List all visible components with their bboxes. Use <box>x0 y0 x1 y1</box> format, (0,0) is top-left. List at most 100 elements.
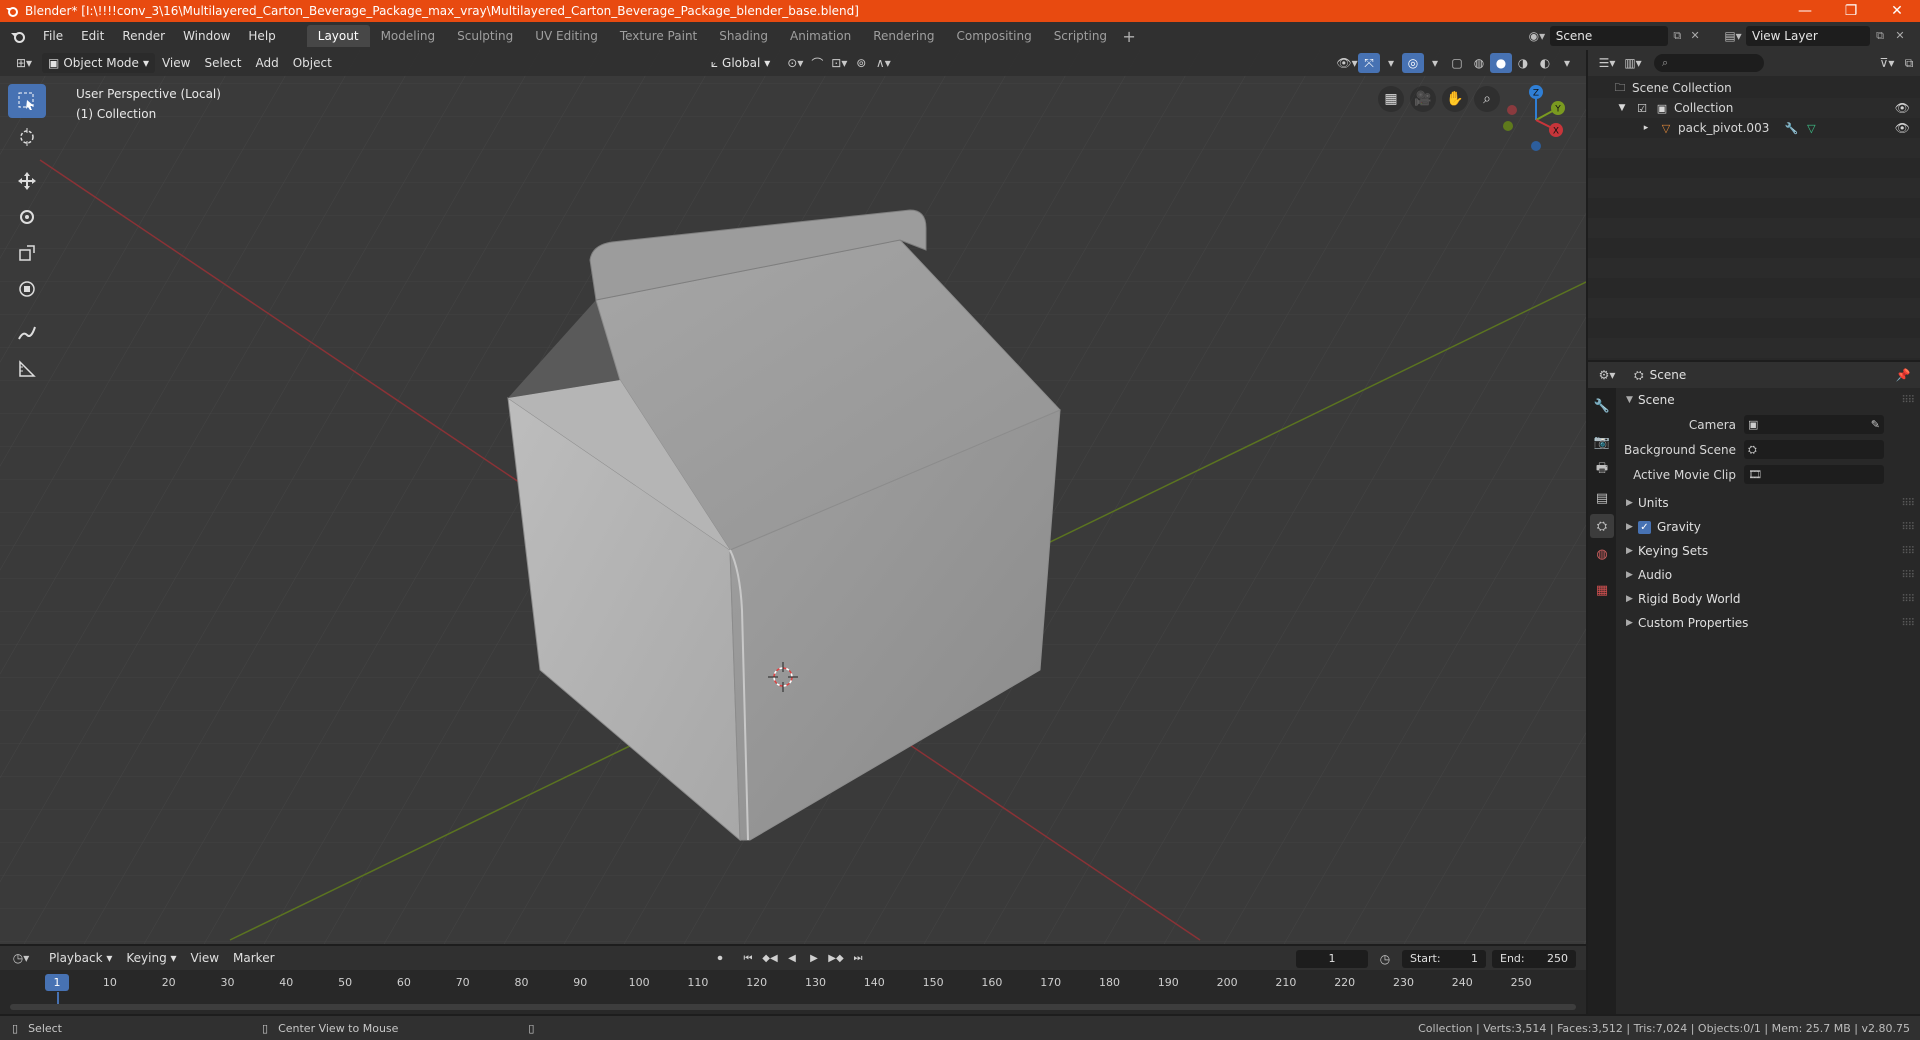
add-workspace-button[interactable]: + <box>1118 27 1140 46</box>
solid-shading-icon[interactable]: ● <box>1490 53 1512 73</box>
eyedropper-icon[interactable]: ✎ <box>1871 418 1880 431</box>
material-shading-icon[interactable]: ◑ <box>1512 53 1534 73</box>
drag-grip-icon[interactable]: ⠿⠿ <box>1901 498 1915 509</box>
tab-animation[interactable]: Animation <box>779 25 862 47</box>
properties-editor-type-icon[interactable]: ⚙▾ <box>1596 365 1618 385</box>
annotate-tool-icon[interactable] <box>8 316 46 350</box>
drag-grip-icon[interactable]: ⠿⠿ <box>1901 570 1915 581</box>
measure-tool-icon[interactable] <box>8 352 46 386</box>
shading-options-icon[interactable]: ▾ <box>1556 53 1578 73</box>
drag-grip-icon[interactable]: ⠿⠿ <box>1901 594 1915 605</box>
expand-arrow-icon[interactable]: ▼ <box>1614 100 1630 116</box>
new-collection-icon[interactable]: ⧉ <box>1898 53 1920 73</box>
timeline-ruler[interactable]: 1 10 20 30 40 50 60 70 80 90 100 110 120 130 140 150 16… <box>0 972 1586 994</box>
mesh-data-icon[interactable]: ▽ <box>1803 120 1819 136</box>
editor-type-icon[interactable]: ⊞▾ <box>6 52 42 74</box>
delete-scene-icon[interactable]: ✕ <box>1686 26 1704 46</box>
start-frame-field[interactable]: Start: 1 <box>1402 950 1486 968</box>
rendered-shading-icon[interactable]: ◐ <box>1534 53 1556 73</box>
viewport-menu-view[interactable]: View <box>155 52 197 74</box>
menu-edit[interactable]: Edit <box>72 22 113 50</box>
record-button[interactable]: ⏺ <box>710 949 730 967</box>
end-frame-field[interactable]: End: 250 <box>1492 950 1576 968</box>
overlays-toggle-icon[interactable]: ◎ <box>1402 53 1424 73</box>
camera-field[interactable]: ▣ ✎ <box>1744 415 1884 434</box>
zoom-icon[interactable]: ⌕ <box>1474 86 1500 112</box>
scene-tab-icon[interactable]: ⛭ <box>1590 514 1614 538</box>
world-tab-icon[interactable]: ◍ <box>1590 542 1614 566</box>
scene-name-field[interactable]: Scene <box>1549 26 1669 46</box>
tab-layout[interactable]: Layout <box>306 25 370 47</box>
tab-scripting[interactable]: Scripting <box>1043 25 1118 47</box>
falloff-icon[interactable]: ∧▾ <box>872 53 894 73</box>
gizmo-toggle-icon[interactable]: ⤧ <box>1358 53 1380 73</box>
transform-tool-icon[interactable] <box>8 272 46 306</box>
modifier-wrench-icon[interactable]: 🔧 <box>1783 120 1799 136</box>
view-layer-browse-icon[interactable]: ▤▾ <box>1720 25 1746 47</box>
move-tool-icon[interactable] <box>8 164 46 198</box>
cursor-tool-icon[interactable] <box>8 120 46 154</box>
menu-file[interactable]: File <box>34 22 72 50</box>
minimize-button[interactable]: — <box>1782 0 1828 22</box>
navigation-gizmo[interactable]: Z Y X <box>1498 82 1574 158</box>
gravity-checkbox[interactable]: ✓ <box>1638 520 1651 534</box>
tab-rendering[interactable]: Rendering <box>862 25 945 47</box>
transform-orientation-dropdown[interactable]: ⟀ Global ▾ <box>705 53 777 73</box>
pan-hand-icon[interactable]: ✋ <box>1442 86 1468 112</box>
jump-keyframe-back-button[interactable]: ◆◀ <box>760 949 780 967</box>
select-box-tool-icon[interactable] <box>8 84 46 118</box>
tab-uv-editing[interactable]: UV Editing <box>524 25 609 47</box>
viewport-menu-select[interactable]: Select <box>197 52 248 74</box>
xray-toggle-icon[interactable]: ▢ <box>1446 53 1468 73</box>
overlays-options-icon[interactable]: ▾ <box>1424 53 1446 73</box>
blender-logo-icon[interactable] <box>8 26 28 46</box>
panel-rigid-body-world-header[interactable]: ▶ Rigid Body World ⠿⠿ <box>1618 587 1920 611</box>
gizmo-options-icon[interactable]: ▾ <box>1380 53 1402 73</box>
eye-icon[interactable]: 👁 <box>1895 101 1910 115</box>
close-button[interactable]: ✕ <box>1874 0 1920 22</box>
panel-scene-header[interactable]: ▼ Scene ⠿⠿ <box>1618 388 1920 412</box>
tab-texture-paint[interactable]: Texture Paint <box>609 25 708 47</box>
snap-toggle-icon[interactable]: ⌒ <box>806 53 828 73</box>
menu-help[interactable]: Help <box>239 22 284 50</box>
viewport-menu-add[interactable]: Add <box>248 52 285 74</box>
tab-sculpting[interactable]: Sculpting <box>446 25 524 47</box>
scene-browse-icon[interactable]: ◉▾ <box>1524 25 1550 47</box>
panel-gravity-header[interactable]: ▶ ✓ Gravity ⠿⠿ <box>1618 515 1920 539</box>
outliner-row-pack-pivot[interactable]: ▸ ▽ pack_pivot.003 🔧 ▽ 👁 <box>1588 118 1920 138</box>
play-reverse-button[interactable]: ◀ <box>782 949 802 967</box>
view-layer-tab-icon[interactable]: ▤ <box>1590 486 1614 510</box>
panel-custom-properties-header[interactable]: ▶ Custom Properties ⠿⠿ <box>1618 611 1920 635</box>
new-scene-icon[interactable]: ⧉ <box>1668 26 1686 46</box>
active-movie-clip-field[interactable]: 🎞 <box>1744 465 1884 484</box>
drag-grip-icon[interactable]: ⠿⠿ <box>1901 618 1915 629</box>
jump-end-button[interactable]: ⏭ <box>848 949 868 967</box>
display-mode-icon[interactable]: ▥▾ <box>1622 53 1644 73</box>
pin-icon[interactable]: 📌 <box>1892 365 1914 385</box>
drag-grip-icon[interactable]: ⠿⠿ <box>1901 522 1915 533</box>
mode-dropdown[interactable]: ▣ Object Mode ▾ <box>42 53 155 73</box>
tool-tab-icon[interactable]: 🔧 <box>1590 394 1614 418</box>
tab-compositing[interactable]: Compositing <box>945 25 1042 47</box>
maximize-button[interactable]: ❐ <box>1828 0 1874 22</box>
timeline-menu-keying[interactable]: Keying ▾ <box>119 947 183 969</box>
playhead-frame-indicator[interactable]: 1 <box>45 974 69 991</box>
expand-arrow-icon[interactable]: ▸ <box>1638 120 1654 136</box>
panel-keying-sets-header[interactable]: ▶ Keying Sets ⠿⠿ <box>1618 539 1920 563</box>
timeline-menu-view[interactable]: View <box>184 947 226 969</box>
play-button[interactable]: ▶ <box>804 949 824 967</box>
viewport-menu-object[interactable]: Object <box>286 52 339 74</box>
checkbox-icon[interactable]: ☑ <box>1634 100 1650 116</box>
jump-keyframe-forward-button[interactable]: ▶◆ <box>826 949 846 967</box>
pivot-point-icon[interactable]: ⊙▾ <box>784 53 806 73</box>
timeline-scrollbar[interactable] <box>10 1004 1576 1010</box>
timeline-menu-playback[interactable]: Playback ▾ <box>42 947 119 969</box>
scale-tool-icon[interactable] <box>8 236 46 270</box>
camera-view-icon[interactable]: 🎥 <box>1410 86 1436 112</box>
wireframe-shading-icon[interactable]: ◍ <box>1468 53 1490 73</box>
filter-icon[interactable]: ⊽▾ <box>1876 53 1898 73</box>
outliner-editor-type-icon[interactable]: ☰▾ <box>1596 53 1618 73</box>
outliner-row-scene-collection[interactable]: 🗀 Scene Collection <box>1588 78 1920 98</box>
visibility-filter-icon[interactable]: 👁▾ <box>1336 53 1358 73</box>
tab-modeling[interactable]: Modeling <box>370 25 447 47</box>
